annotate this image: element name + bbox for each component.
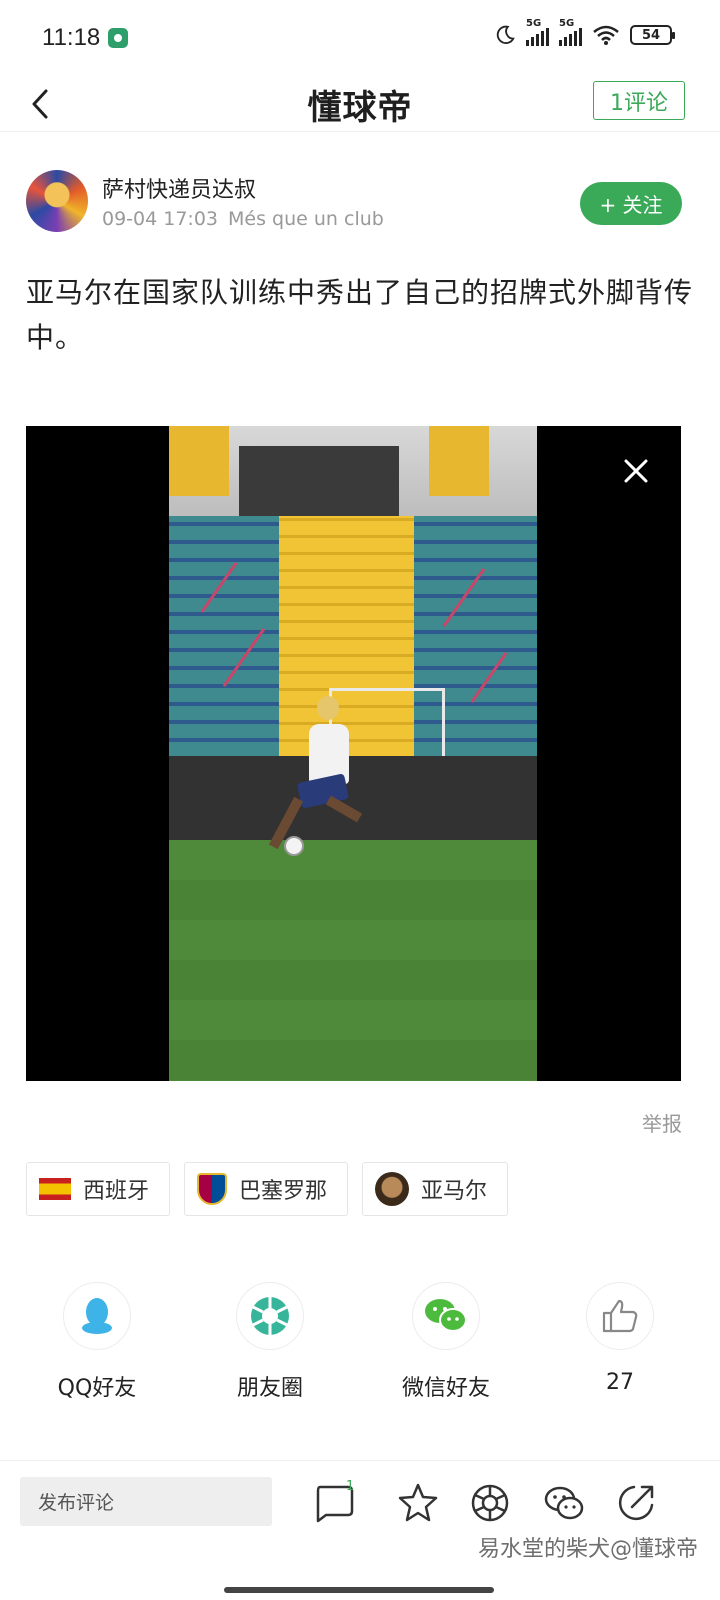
bottom-bar: 发布评论 1 易水堂的柴犬@懂球帝	[0, 1460, 720, 1600]
cell-signal-icon-2: 5G	[559, 18, 582, 46]
cell-signal-icon: 5G	[526, 18, 549, 46]
thumbs-up-icon	[602, 1299, 638, 1333]
share-circle	[236, 1282, 304, 1350]
status-time: 11:18	[42, 24, 101, 51]
battery-level: 54	[641, 27, 661, 43]
share-moments-button[interactable]: 朋友圈	[210, 1282, 330, 1402]
app-header: 懂球帝 1评论	[0, 76, 720, 132]
spain-flag-icon	[39, 1178, 71, 1200]
author-name[interactable]: 萨村快递员达叔	[102, 172, 256, 204]
watermark-text: 易水堂的柴犬@懂球帝	[477, 1537, 698, 1562]
like-button[interactable]: 27	[560, 1282, 680, 1395]
status-icons: 5G 5G 54	[494, 18, 675, 46]
share-arrow-icon[interactable]	[614, 1481, 658, 1525]
pitch	[169, 840, 537, 1081]
barcelona-crest-icon	[197, 1173, 228, 1205]
comment-count-badge: 1	[346, 1479, 355, 1494]
author-avatar[interactable]	[26, 170, 88, 232]
wechat-icon	[425, 1299, 467, 1332]
post-text: 亚马尔在国家队训练中秀出了自己的招牌式外脚背传中。	[26, 276, 694, 354]
moments-icon	[251, 1297, 289, 1335]
post-meta: 09-04 17:03 Més que un club	[102, 208, 384, 230]
share-label: 朋友圈	[236, 1376, 303, 1401]
close-icon[interactable]	[621, 456, 651, 486]
qq-icon	[82, 1298, 112, 1334]
status-bar: 11:18 5G 5G 54	[0, 0, 720, 76]
notification-app-icon	[108, 28, 128, 48]
author-row: 萨村快递员达叔 09-04 17:03 Més que un club + 关注	[26, 168, 682, 236]
video-player[interactable]	[26, 426, 681, 1081]
home-indicator[interactable]	[224, 1587, 494, 1593]
comment-count-button[interactable]: 1评论	[593, 81, 685, 120]
share-label: QQ好友	[57, 1376, 137, 1401]
stands-left	[169, 516, 279, 756]
player-figure	[317, 696, 339, 720]
player-avatar-icon	[375, 1172, 410, 1206]
tag-player[interactable]: 亚马尔	[362, 1162, 509, 1216]
like-count: 27	[606, 1370, 634, 1395]
tag-barcelona[interactable]: 巴塞罗那	[184, 1162, 349, 1216]
share-circle	[586, 1282, 654, 1350]
share-row: QQ好友 朋友圈 微信好友 27	[0, 1282, 720, 1402]
ad-board	[169, 756, 537, 840]
tag-label: 巴塞罗那	[239, 1179, 328, 1204]
report-link[interactable]: 举报	[642, 1108, 682, 1137]
share-qq-button[interactable]: QQ好友	[37, 1282, 157, 1402]
network-type-label: 5G	[526, 18, 542, 29]
video-frame	[169, 426, 537, 1081]
football	[284, 836, 304, 856]
share-wechat-button[interactable]: 微信好友	[386, 1282, 506, 1402]
post-date: 09-04 17:03	[102, 208, 219, 230]
share-label: 微信好友	[401, 1376, 490, 1401]
wifi-icon	[593, 25, 619, 45]
moon-icon	[496, 25, 515, 44]
moments-share-icon[interactable]	[468, 1481, 512, 1525]
star-icon[interactable]	[396, 1481, 440, 1525]
share-circle	[412, 1282, 480, 1350]
wechat-share-icon[interactable]	[542, 1481, 586, 1525]
tag-spain[interactable]: 西班牙	[26, 1162, 171, 1216]
share-circle	[63, 1282, 131, 1350]
follow-button[interactable]: + 关注	[580, 182, 682, 225]
network-type-label-2: 5G	[559, 18, 575, 29]
topic-tags: 西班牙 巴塞罗那 亚马尔	[26, 1162, 509, 1216]
post-source: Més que un club	[228, 208, 384, 230]
battery-icon: 54	[630, 25, 675, 45]
comment-input[interactable]: 发布评论	[20, 1477, 272, 1526]
tag-label: 亚马尔	[421, 1179, 488, 1204]
tag-label: 西班牙	[83, 1179, 150, 1204]
stadium-background	[169, 426, 537, 516]
